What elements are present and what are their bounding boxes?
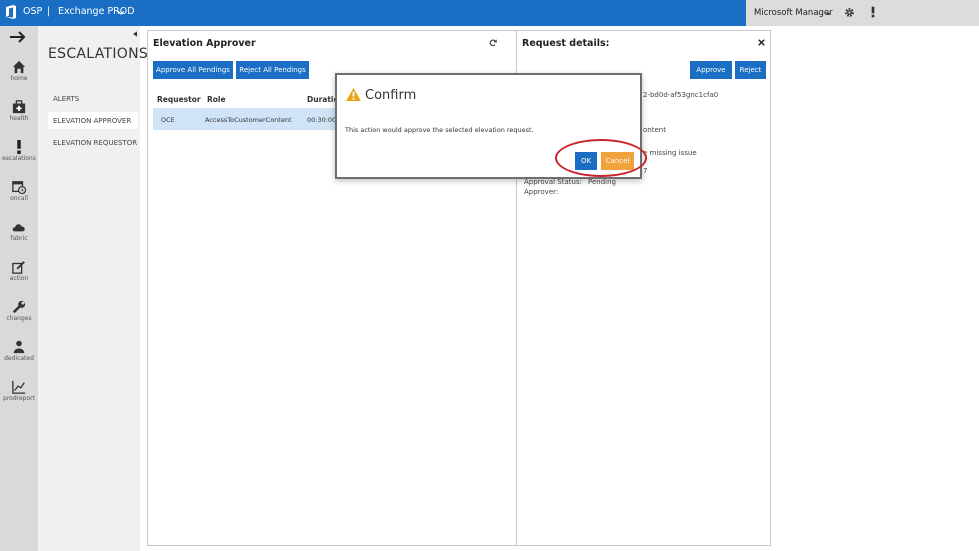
approver-title: Elevation Approver xyxy=(153,38,256,49)
reject-all-pendings-button[interactable]: Reject All Pendings xyxy=(236,61,309,79)
column-header-role[interactable]: Role xyxy=(207,95,226,104)
chevron-down-icon[interactable] xyxy=(826,13,831,16)
arrow-right-icon[interactable] xyxy=(10,31,26,43)
cell-requestor: OCE xyxy=(161,116,175,124)
medkit-icon xyxy=(12,100,26,114)
top-right-bar: Microsoft Manager xyxy=(746,0,979,26)
refresh-icon[interactable] xyxy=(489,39,497,47)
left-rail: home health escalations oncall fabric ac… xyxy=(0,26,38,551)
app-name[interactable]: OSP xyxy=(23,6,42,17)
approve-all-pendings-button[interactable]: Approve All Pendings xyxy=(153,61,233,79)
gear-icon[interactable] xyxy=(844,7,855,18)
cloud-icon xyxy=(12,224,25,232)
rail-item-home[interactable]: home xyxy=(0,58,38,98)
detail-fragment: 7 xyxy=(643,167,648,175)
approval-status-value: Pending xyxy=(588,178,616,186)
detail-request-id: 2-bd0d-af53gnc1cfa0 xyxy=(643,91,719,99)
cell-duration: 00:30:00 xyxy=(307,116,337,124)
edit-icon xyxy=(12,261,25,274)
rail-label: escalations xyxy=(2,155,36,162)
calendar-clock-icon xyxy=(12,181,26,194)
rail-item-oncall[interactable]: oncall xyxy=(0,178,38,218)
reject-button[interactable]: Reject xyxy=(735,61,766,79)
page-title: ESCALATIONS xyxy=(48,46,149,62)
home-icon xyxy=(12,60,26,74)
rail-label: oncall xyxy=(10,195,28,202)
approver-label: Approver: xyxy=(524,188,559,196)
notification-exclamation-icon[interactable] xyxy=(871,6,875,18)
subnav-item-alerts[interactable]: ALERTS xyxy=(53,95,79,103)
details-title: Request details: xyxy=(522,38,610,49)
rail-label: home xyxy=(10,75,28,82)
rail-label: fabric xyxy=(10,235,28,242)
rail-item-action[interactable]: action xyxy=(0,258,38,298)
sub-nav: ESCALATIONS ALERTS ELEVATION APPROVER EL… xyxy=(38,26,148,551)
approve-button[interactable]: Approve xyxy=(690,61,732,79)
rail-item-health[interactable]: health xyxy=(0,98,38,138)
rail-item-escalations[interactable]: escalations xyxy=(0,138,38,178)
chevron-down-icon[interactable] xyxy=(118,11,124,15)
rail-item-fabric[interactable]: fabric xyxy=(0,218,38,258)
subnav-item-elevation-approver[interactable]: ELEVATION APPROVER xyxy=(53,117,131,125)
rail-item-prodreport[interactable]: prodreport xyxy=(0,378,38,418)
title-separator: | xyxy=(47,6,51,17)
rail-label: action xyxy=(9,275,29,282)
rail-label: changes xyxy=(6,315,32,322)
rail-label: dedicated xyxy=(4,355,34,362)
top-bar: OSP | Exchange PROD xyxy=(0,0,746,26)
cell-role: AccessToCustomerContent xyxy=(205,116,292,124)
rail-label: prodreport xyxy=(3,395,35,402)
exclamation-icon xyxy=(17,140,21,154)
rail-item-changes[interactable]: changes xyxy=(0,298,38,338)
dialog-title: Confirm xyxy=(365,88,417,103)
rail-label: health xyxy=(9,115,29,122)
detail-reason: e missing issue xyxy=(643,149,697,157)
approval-status-label: Approval Status: xyxy=(524,178,582,186)
warning-icon xyxy=(346,88,361,101)
highlight-circle xyxy=(555,139,647,177)
office-logo-icon xyxy=(6,5,16,19)
subnav-item-elevation-requestor[interactable]: ELEVATION REQUESTOR xyxy=(53,139,137,147)
close-icon[interactable] xyxy=(758,39,765,46)
users-icon xyxy=(13,340,25,354)
detail-role: ontent xyxy=(643,126,666,134)
collapse-chevron-icon[interactable] xyxy=(133,31,137,37)
rail-item-dedicated[interactable]: dedicated xyxy=(0,338,38,378)
wrench-icon xyxy=(12,300,26,314)
column-header-requestor[interactable]: Requestor xyxy=(157,95,201,104)
chart-icon xyxy=(12,380,26,394)
dialog-message: This action would approve the selected e… xyxy=(345,126,534,134)
user-menu[interactable]: Microsoft Manager xyxy=(754,8,833,18)
